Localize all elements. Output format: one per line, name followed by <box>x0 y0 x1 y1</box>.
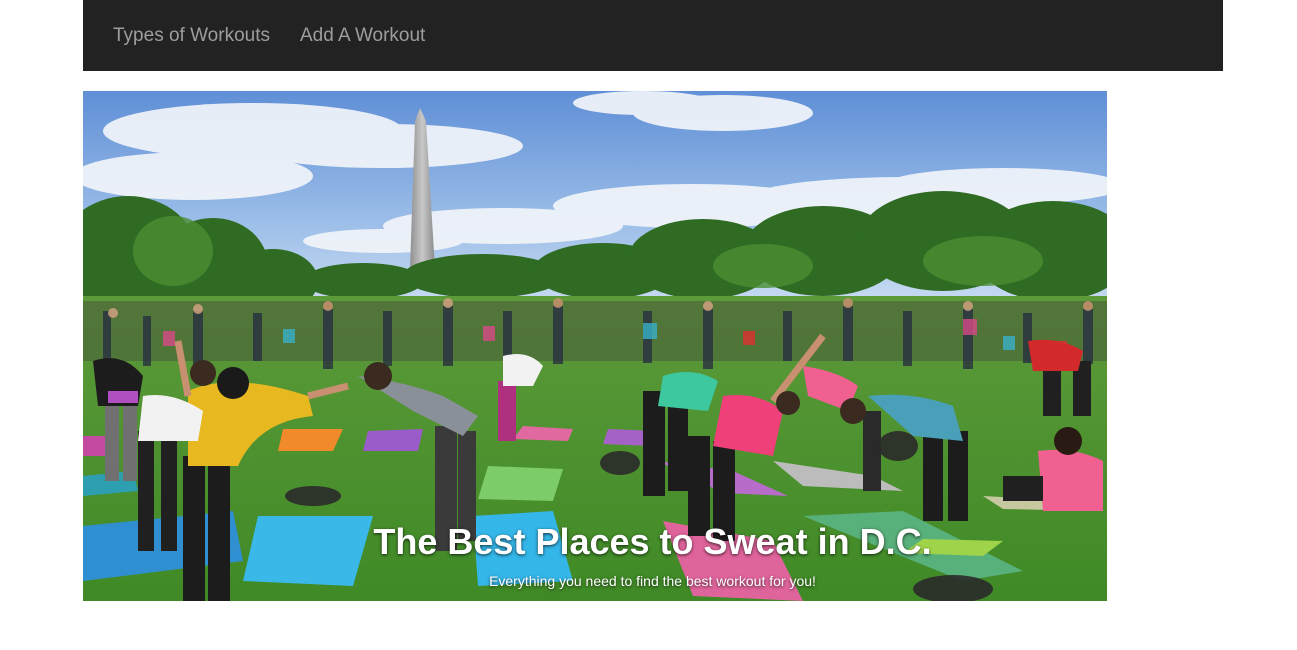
nav-link-types-of-workouts[interactable]: Types of Workouts <box>113 25 270 47</box>
hero-title: The Best Places to Sweat in D.C. <box>373 521 932 562</box>
nav-link-add-a-workout[interactable]: Add A Workout <box>300 25 425 47</box>
top-navbar: Types of Workouts Add A Workout <box>83 0 1223 71</box>
hero-subtitle: Everything you need to find the best wor… <box>489 573 816 589</box>
hero-banner: The Best Places to Sweat in D.C. Everyth… <box>83 91 1107 601</box>
